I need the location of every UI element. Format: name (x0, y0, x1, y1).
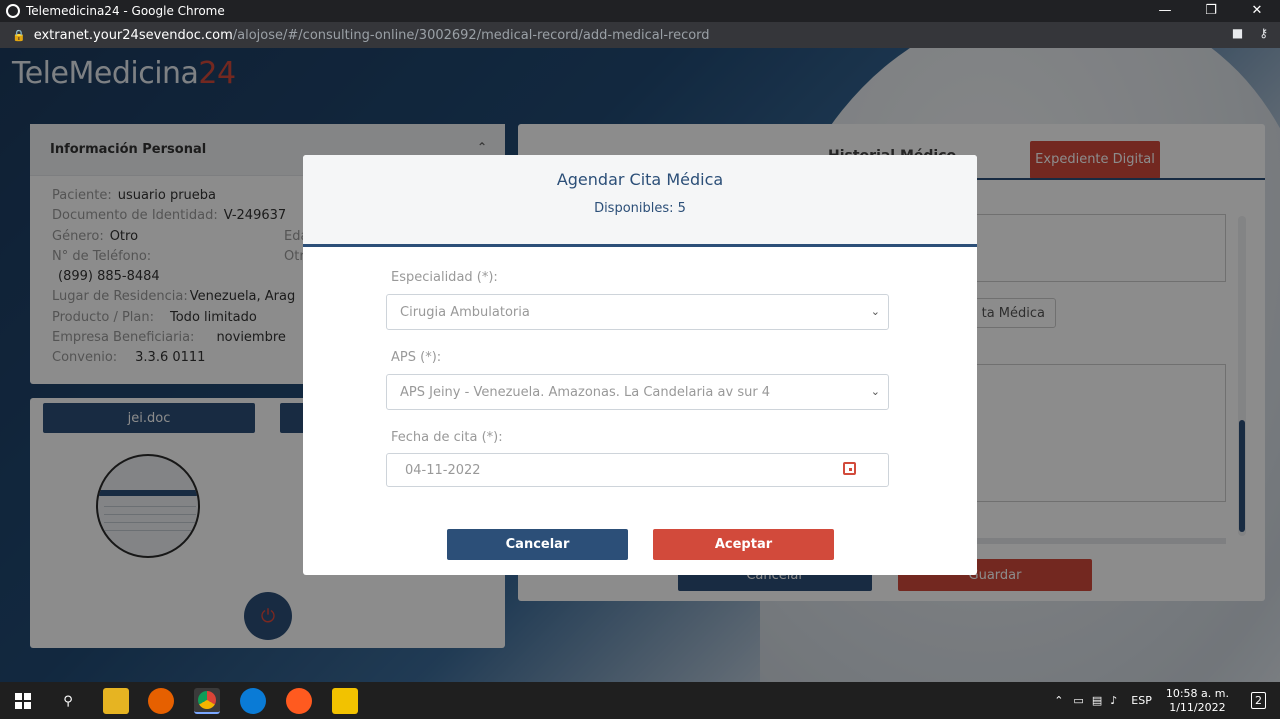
chrome-app-icon (6, 4, 20, 18)
modal-header: Agendar Cita Médica Disponibles: 5 (303, 155, 977, 247)
window-controls: — ❐ ✕ (1142, 0, 1280, 22)
chevron-up-icon[interactable]: ⌃ (1054, 694, 1063, 707)
chevron-down-icon: ⌄ (870, 305, 880, 318)
sublime-icon[interactable] (286, 688, 312, 714)
browser-titlebar: Telemedicina24 - Google Chrome — ❐ ✕ (0, 0, 1280, 22)
notifications-icon[interactable]: 2 (1251, 692, 1266, 709)
especialidad-label: Especialidad (*): (391, 270, 498, 285)
url-path: /alojose/#/consulting-online/3002692/med… (232, 27, 710, 43)
network-icon[interactable]: ▤ (1092, 694, 1102, 707)
edge-icon[interactable] (240, 688, 266, 714)
chevron-down-icon: ⌄ (870, 385, 880, 398)
close-icon[interactable]: ✕ (1234, 0, 1280, 22)
aps-label: APS (*): (391, 350, 442, 365)
especialidad-select[interactable]: Cirugia Ambulatoria ⌄ (386, 294, 889, 330)
chrome-icon[interactable] (194, 688, 220, 714)
clock-time: 10:58 a. m. (1165, 686, 1229, 700)
url-host: extranet.your24sevendoc.com (33, 27, 233, 43)
aps-value: APS Jeiny - Venezuela. Amazonas. La Cand… (400, 384, 771, 400)
especialidad-value: Cirugia Ambulatoria (400, 304, 530, 320)
keepass-icon[interactable] (332, 688, 358, 714)
key-icon[interactable]: ⚷ (1259, 26, 1268, 40)
minimize-icon[interactable]: — (1142, 0, 1188, 22)
fecha-label: Fecha de cita (*): (391, 430, 503, 445)
modal-title: Agendar Cita Médica (556, 170, 724, 189)
camera-icon[interactable]: ■ (1232, 26, 1243, 40)
aps-select[interactable]: APS Jeiny - Venezuela. Amazonas. La Cand… (386, 374, 889, 410)
battery-icon[interactable]: ▭ (1073, 694, 1083, 707)
notification-count: 2 (1255, 694, 1262, 707)
address-bar-icons: ■ ⚷ (1232, 26, 1268, 40)
cancel-button[interactable]: Cancelar (447, 529, 628, 560)
restore-icon[interactable]: ❐ (1188, 0, 1234, 22)
fecha-value: 04-11-2022 (405, 462, 481, 478)
lock-icon[interactable]: 🔒 (12, 29, 26, 42)
volume-icon[interactable]: ♪ (1110, 694, 1117, 707)
file-explorer-icon[interactable] (103, 688, 129, 714)
search-icon[interactable]: ⚲ (55, 688, 81, 714)
available-count: Disponibles: 5 (594, 201, 686, 216)
firefox-icon[interactable] (148, 688, 174, 714)
schedule-appointment-modal: Agendar Cita Médica Disponibles: 5 Espec… (303, 155, 977, 575)
calendar-icon[interactable] (843, 462, 856, 475)
system-tray: ⌃ ▭ ▤ ♪ ESP 10:58 a. m. 1/11/2022 2 (1054, 682, 1280, 719)
windows-start-icon[interactable] (10, 688, 36, 714)
clock-date: 1/11/2022 (1169, 700, 1226, 714)
window-title: Telemedicina24 - Google Chrome (26, 4, 225, 18)
windows-taskbar: ⚲ ⌃ ▭ ▤ ♪ ESP 10:58 a. m. 1/11/2022 2 (0, 682, 1280, 719)
language-indicator[interactable]: ESP (1131, 694, 1152, 707)
address-bar[interactable]: 🔒 extranet.your24sevendoc.com /alojose/#… (0, 22, 1280, 48)
fecha-date-input[interactable]: 04-11-2022 (386, 453, 889, 487)
clock[interactable]: 10:58 a. m. 1/11/2022 (1166, 687, 1229, 715)
accept-button[interactable]: Aceptar (653, 529, 834, 560)
